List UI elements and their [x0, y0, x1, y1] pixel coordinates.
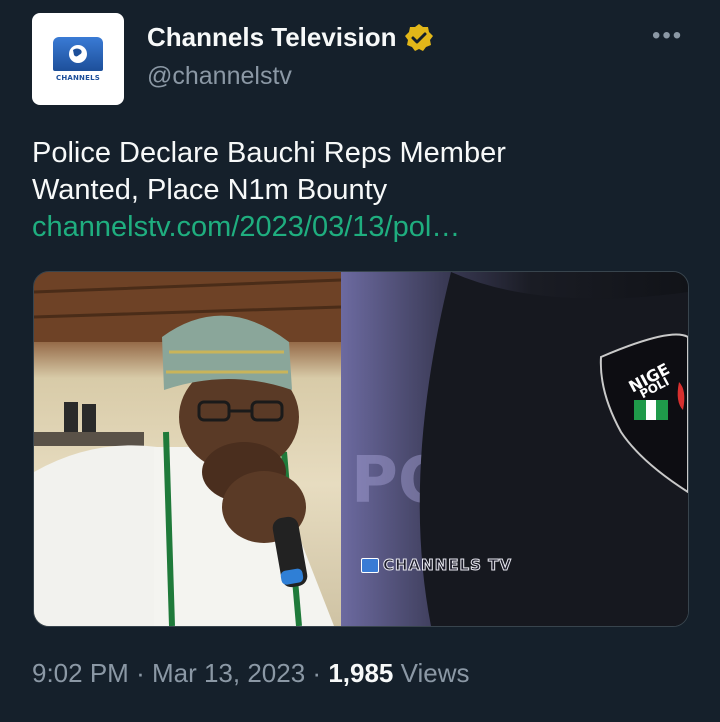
- views-count: 1,985: [328, 658, 394, 688]
- globe-icon: [53, 36, 103, 71]
- watermark-text: CHANNELS TV: [383, 556, 512, 575]
- avatar[interactable]: CHANNELS: [32, 13, 124, 105]
- views-label: Views: [400, 658, 470, 688]
- photo-man-with-microphone: [34, 272, 342, 626]
- tweet-link[interactable]: channelstv.com/2023/03/13/pol…: [32, 209, 692, 246]
- verified-badge-icon[interactable]: [404, 23, 434, 53]
- meta-separator: ·: [136, 658, 145, 688]
- tweet-date[interactable]: Mar 13, 2023: [152, 658, 305, 688]
- tweet-media-image[interactable]: PO NIGE POLI CHANNELS TV: [33, 271, 689, 627]
- avatar-label: CHANNELS: [55, 73, 100, 82]
- channels-tv-watermark: CHANNELS TV: [361, 556, 512, 575]
- author-handle[interactable]: @channelstv: [147, 62, 292, 91]
- tweet-meta: 9:02 PM · Mar 13, 2023 · 1,985 Views: [32, 658, 470, 689]
- author-name-text: Channels Television: [147, 22, 397, 52]
- tweet-text: Police Declare Bauchi Reps Member Wanted…: [32, 135, 692, 246]
- tweet-time[interactable]: 9:02 PM: [32, 658, 129, 688]
- channels-logo: CHANNELS: [53, 36, 103, 82]
- meta-separator: ·: [312, 658, 322, 688]
- more-options-icon[interactable]: •••: [652, 24, 683, 48]
- tweet-text-line-1: Police Declare Bauchi Reps Member: [32, 137, 506, 169]
- tweet-text-line-2: Wanted, Place N1m Bounty: [32, 174, 388, 206]
- watermark-logo-icon: [361, 557, 379, 573]
- author-name[interactable]: Channels Television: [147, 22, 434, 53]
